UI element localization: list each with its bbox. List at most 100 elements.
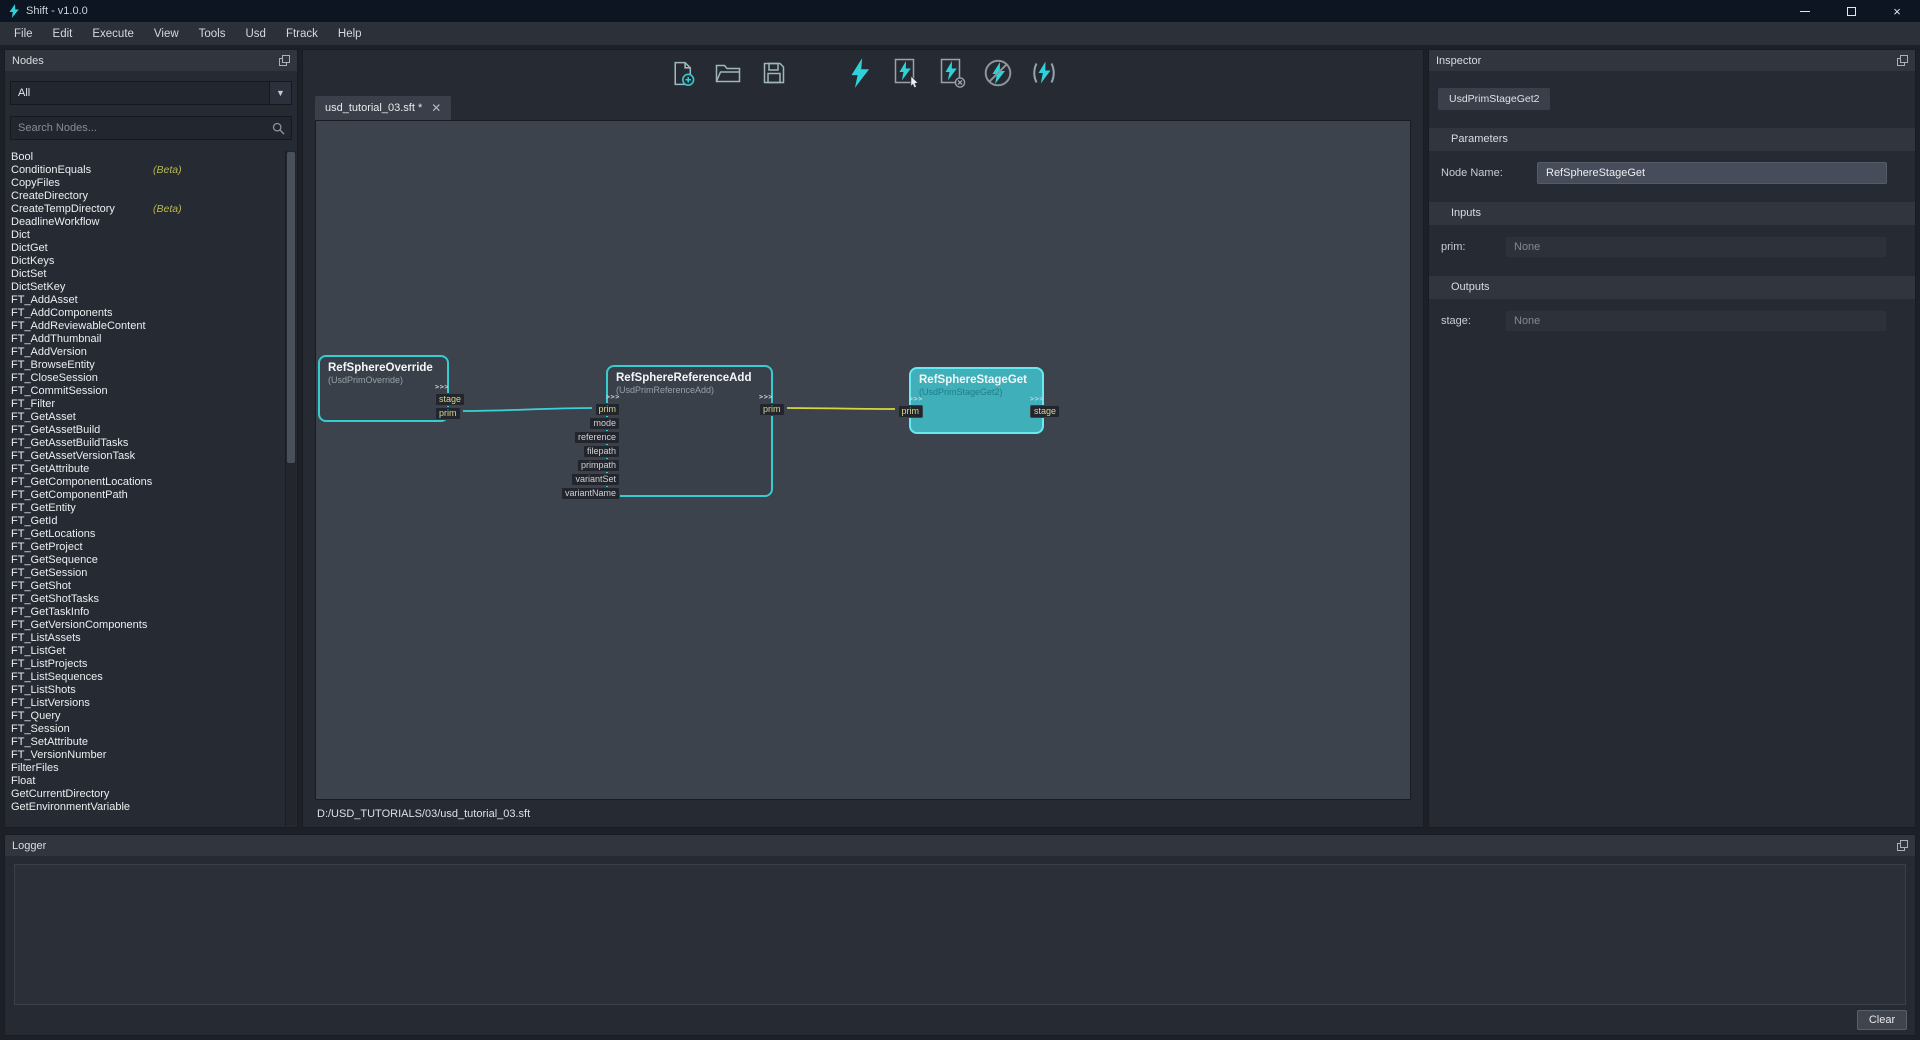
node-list-item-ft_getshot[interactable]: FT_GetShot — [5, 580, 283, 593]
node-list-item-createdirectory[interactable]: CreateDirectory — [5, 190, 283, 203]
graph-node-refspherereferenceadd[interactable]: RefSphereReferenceAdd(UsdPrimReferenceAd… — [606, 365, 773, 497]
node-list-item-conditionequals[interactable]: ConditionEquals(Beta) — [5, 164, 283, 177]
node-list-item-bool[interactable]: Bool — [5, 151, 283, 164]
output-port-prim[interactable]: prim — [435, 407, 461, 420]
node-list-item-ft_listprojects[interactable]: FT_ListProjects — [5, 658, 283, 671]
tab-close-icon[interactable]: ✕ — [431, 101, 441, 115]
port-collapse-marker[interactable]: >>> — [759, 393, 773, 402]
node-list-item-dictkeys[interactable]: DictKeys — [5, 255, 283, 268]
wire-referenceadd-to-stageget[interactable] — [787, 408, 895, 409]
node-list-item-ft_listsequences[interactable]: FT_ListSequences — [5, 671, 283, 684]
undock-nodes-icon[interactable] — [279, 55, 290, 66]
open-scene-button[interactable] — [712, 56, 744, 90]
node-list-item-dict[interactable]: Dict — [5, 229, 283, 242]
execute-stop-button[interactable] — [936, 56, 968, 90]
node-list-item-ft_getsequence[interactable]: FT_GetSequence — [5, 554, 283, 567]
node-name-input[interactable] — [1537, 162, 1887, 184]
logger-output[interactable] — [14, 864, 1906, 1005]
node-type-badge[interactable]: UsdPrimStageGet2 — [1438, 88, 1550, 110]
input-port-primpath[interactable]: primpath — [577, 459, 620, 472]
new-scene-button[interactable] — [666, 56, 698, 90]
node-list-item-ft_getassetbuildtasks[interactable]: FT_GetAssetBuildTasks — [5, 437, 283, 450]
input-port-filepath[interactable]: filepath — [583, 445, 620, 458]
node-list-item-ft_browseentity[interactable]: FT_BrowseEntity — [5, 359, 283, 372]
node-list-item-filterfiles[interactable]: FilterFiles — [5, 762, 283, 775]
graph-canvas[interactable]: RefSphereOverride(UsdPrimOverride)>>>sta… — [315, 120, 1411, 800]
node-list-item-ft_query[interactable]: FT_Query — [5, 710, 283, 723]
node-list-item-ft_versionnumber[interactable]: FT_VersionNumber — [5, 749, 283, 762]
node-list-item-ft_getcomponentlocations[interactable]: FT_GetComponentLocations — [5, 476, 283, 489]
node-list-item-ft_gettaskinfo[interactable]: FT_GetTaskInfo — [5, 606, 283, 619]
node-category-dropdown[interactable]: All ▼ — [10, 81, 292, 105]
node-list-item-getenvironmentvariable[interactable]: GetEnvironmentVariable — [5, 801, 283, 814]
undock-inspector-icon[interactable] — [1897, 55, 1908, 66]
execute-disabled-button[interactable] — [982, 56, 1014, 90]
node-list-item-ft_listversions[interactable]: FT_ListVersions — [5, 697, 283, 710]
menu-help[interactable]: Help — [328, 24, 372, 44]
close-button[interactable]: × — [1874, 0, 1920, 22]
node-list-item-ft_getlocations[interactable]: FT_GetLocations — [5, 528, 283, 541]
node-list-item-ft_getshottasks[interactable]: FT_GetShotTasks — [5, 593, 283, 606]
input-port-mode[interactable]: mode — [589, 417, 620, 430]
port-collapse-marker[interactable]: >>> — [435, 383, 449, 392]
output-port-stage[interactable]: stage — [435, 393, 465, 406]
node-list-item-ft_getattribute[interactable]: FT_GetAttribute — [5, 463, 283, 476]
node-list-scrollbar[interactable] — [285, 151, 296, 826]
node-list-item-getcurrentdirectory[interactable]: GetCurrentDirectory — [5, 788, 283, 801]
node-list-item-ft_addasset[interactable]: FT_AddAsset — [5, 294, 283, 307]
node-list-item-ft_filter[interactable]: FT_Filter — [5, 398, 283, 411]
output-port-prim[interactable]: prim — [759, 403, 785, 416]
menu-tools[interactable]: Tools — [189, 24, 236, 44]
input-port-variantSet[interactable]: variantSet — [571, 473, 620, 486]
menu-file[interactable]: File — [4, 24, 43, 44]
node-list-item-ft_addcomponents[interactable]: FT_AddComponents — [5, 307, 283, 320]
menu-ftrack[interactable]: Ftrack — [276, 24, 328, 44]
graph-node-refspherestageget[interactable]: RefSphereStageGet(UsdPrimStageGet2)>>>pr… — [909, 367, 1044, 434]
node-list-item-ft_listassets[interactable]: FT_ListAssets — [5, 632, 283, 645]
node-list-item-ft_addversion[interactable]: FT_AddVersion — [5, 346, 283, 359]
clear-logger-button[interactable]: Clear — [1857, 1010, 1907, 1030]
maximize-button[interactable] — [1828, 0, 1874, 22]
scrollbar-thumb[interactable] — [287, 152, 295, 463]
output-port-stage[interactable]: stage — [1030, 405, 1060, 418]
node-list-item-createtempdirectory[interactable]: CreateTempDirectory(Beta) — [5, 203, 283, 216]
input-port-prim[interactable]: prim — [595, 403, 621, 416]
execute-selected-button[interactable] — [890, 56, 922, 90]
input-port-variantName[interactable]: variantName — [561, 487, 620, 500]
port-collapse-marker[interactable]: >>> — [909, 395, 923, 404]
execute-live-button[interactable] — [1028, 56, 1060, 90]
menu-view[interactable]: View — [144, 24, 189, 44]
input-port-reference[interactable]: reference — [574, 431, 620, 444]
node-list-item-ft_closesession[interactable]: FT_CloseSession — [5, 372, 283, 385]
menu-edit[interactable]: Edit — [43, 24, 83, 44]
tab-usd-tutorial-03[interactable]: usd_tutorial_03.sft * ✕ — [315, 96, 451, 120]
port-collapse-marker[interactable]: >>> — [606, 393, 620, 402]
node-list-item-ft_listget[interactable]: FT_ListGet — [5, 645, 283, 658]
search-input[interactable] — [11, 122, 266, 134]
save-scene-button[interactable] — [758, 56, 790, 90]
node-list-item-ft_getentity[interactable]: FT_GetEntity — [5, 502, 283, 515]
node-list-item-ft_getcomponentpath[interactable]: FT_GetComponentPath — [5, 489, 283, 502]
node-list-item-dictget[interactable]: DictGet — [5, 242, 283, 255]
node-list-item-deadlineworkflow[interactable]: DeadlineWorkflow — [5, 216, 283, 229]
node-list-item-ft_commitsession[interactable]: FT_CommitSession — [5, 385, 283, 398]
menu-usd[interactable]: Usd — [236, 24, 276, 44]
node-list-item-ft_setattribute[interactable]: FT_SetAttribute — [5, 736, 283, 749]
node-list-item-ft_getversioncomponents[interactable]: FT_GetVersionComponents — [5, 619, 283, 632]
node-list-item-ft_getid[interactable]: FT_GetId — [5, 515, 283, 528]
undock-logger-icon[interactable] — [1897, 840, 1908, 851]
node-list-item-ft_getassetbuild[interactable]: FT_GetAssetBuild — [5, 424, 283, 437]
node-list-item-ft_listshots[interactable]: FT_ListShots — [5, 684, 283, 697]
node-list-item-ft_addthumbnail[interactable]: FT_AddThumbnail — [5, 333, 283, 346]
graph-node-refsphereoverride[interactable]: RefSphereOverride(UsdPrimOverride)>>>sta… — [318, 355, 449, 422]
node-list-item-dictset[interactable]: DictSet — [5, 268, 283, 281]
node-list-item-ft_addreviewablecontent[interactable]: FT_AddReviewableContent — [5, 320, 283, 333]
minimize-button[interactable] — [1782, 0, 1828, 22]
node-list-item-copyfiles[interactable]: CopyFiles — [5, 177, 283, 190]
input-port-prim[interactable]: prim — [898, 405, 924, 418]
execute-button[interactable] — [844, 56, 876, 90]
node-list-item-ft_getassetversiontask[interactable]: FT_GetAssetVersionTask — [5, 450, 283, 463]
port-collapse-marker[interactable]: >>> — [1030, 395, 1044, 404]
node-list-item-ft_getsession[interactable]: FT_GetSession — [5, 567, 283, 580]
node-list-item-dictsetkey[interactable]: DictSetKey — [5, 281, 283, 294]
